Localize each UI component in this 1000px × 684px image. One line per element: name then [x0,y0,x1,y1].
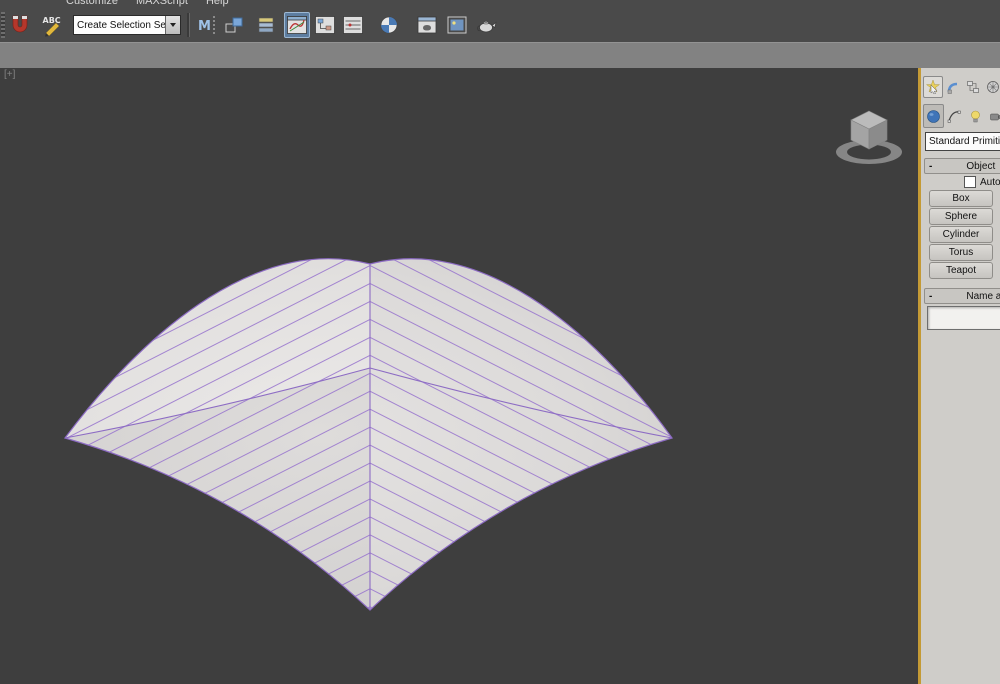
toolbar-grip[interactable] [1,12,5,38]
motion-tab-icon [986,80,1000,94]
material-sphere-glyph [377,13,401,37]
cameras-icon [989,109,1000,124]
schematic-view-icon[interactable] [312,12,338,38]
mirror-icon[interactable]: M [194,12,220,38]
viewport-label[interactable]: [+] [4,69,15,80]
object-name-field[interactable] [927,306,1000,330]
category-shapes[interactable] [944,104,965,128]
menu-customize[interactable]: Customize [66,0,118,8]
autogrid-row: AutoG [964,176,1000,188]
abc-pencil-glyph: ABC [40,13,64,37]
selection-set-value: Create Selection Se [74,20,165,31]
layer-manager-icon[interactable] [254,12,280,38]
tab-motion[interactable] [983,76,1000,98]
rendered-frame-window-icon[interactable] [444,12,470,38]
modify-tab-icon [946,80,960,94]
autogrid-label: AutoG [980,177,1000,188]
edit-named-selections-icon[interactable]: ABC [39,12,65,38]
create-tab-icon [926,80,940,94]
curve-editor-icon[interactable] [284,12,310,38]
material-editor-icon[interactable] [376,12,402,38]
track-view-icon[interactable] [340,12,366,38]
tab-modify[interactable] [943,76,963,98]
cylinder-button[interactable]: Cylinder [929,226,993,243]
svg-text:M: M [198,19,211,34]
perspective-viewport[interactable]: [+] [0,68,918,684]
category-lights[interactable] [965,104,986,128]
3ds-max-window: Customize MAXScript Help ABC Create Sele… [0,0,1000,684]
tab-create[interactable] [923,76,943,98]
teapot-glyph [475,13,499,37]
render-setup-glyph [415,13,439,37]
command-panel: Standard Primitiv - Object AutoG Box Sph… [921,68,1000,684]
main-toolbar: ABC Create Selection Se M [0,8,1000,43]
curve-editor-glyph [285,13,309,37]
toolbar-lower-band [0,42,1000,70]
lights-bulb-icon [968,109,983,124]
render-production-icon[interactable] [474,12,500,38]
teapot-button[interactable]: Teapot [929,262,993,279]
rollout-object-type-title: Object [966,161,995,172]
autogrid-checkbox[interactable] [964,176,976,188]
schematic-glyph [313,13,337,37]
render-setup-icon[interactable] [414,12,440,38]
view-cube[interactable] [833,102,909,174]
rollout-name-color-title: Name an [966,291,1000,302]
geometry-sphere-icon [926,109,941,124]
shapes-spline-icon [947,109,962,124]
rollout-object-type[interactable]: - Object [924,158,1000,174]
align-icon[interactable] [222,12,248,38]
track-view-glyph [341,13,365,37]
magnet-glyph [8,13,32,37]
combo-dropdown-icon[interactable] [165,16,180,34]
menu-help[interactable]: Help [206,0,229,8]
panel-tabs [923,76,1000,98]
menu-maxscript[interactable]: MAXScript [136,0,188,8]
selection-set-combo[interactable]: Create Selection Se [73,15,181,35]
rendered-frame-glyph [445,13,469,37]
torus-button[interactable]: Torus [929,244,993,261]
toolbar-separator [187,13,190,37]
collapse-icon: - [929,161,932,172]
canopy-wireframe [0,68,918,684]
canopy-object[interactable] [0,68,918,684]
box-button[interactable]: Box [929,190,993,207]
svg-text:ABC: ABC [43,16,61,25]
collapse-icon: - [929,291,932,302]
hierarchy-tab-icon [966,80,980,94]
layers-glyph [255,13,279,37]
align-glyph [223,13,247,37]
sphere-button[interactable]: Sphere [929,208,993,225]
rollout-name-color[interactable]: - Name an [924,288,1000,304]
primitives-dropdown-value: Standard Primitiv [926,136,1000,147]
category-geometry[interactable] [923,104,944,128]
category-row [923,104,1000,128]
menu-bar: Customize MAXScript Help [0,0,1000,8]
category-cameras[interactable] [986,104,1000,128]
object-type-buttons: Box Sphere Cylinder Torus Teapot [929,190,993,280]
snaps-toggle-icon[interactable] [7,12,33,38]
primitives-dropdown[interactable]: Standard Primitiv [925,132,1000,151]
mirror-glyph: M [195,13,219,37]
tab-hierarchy[interactable] [963,76,983,98]
